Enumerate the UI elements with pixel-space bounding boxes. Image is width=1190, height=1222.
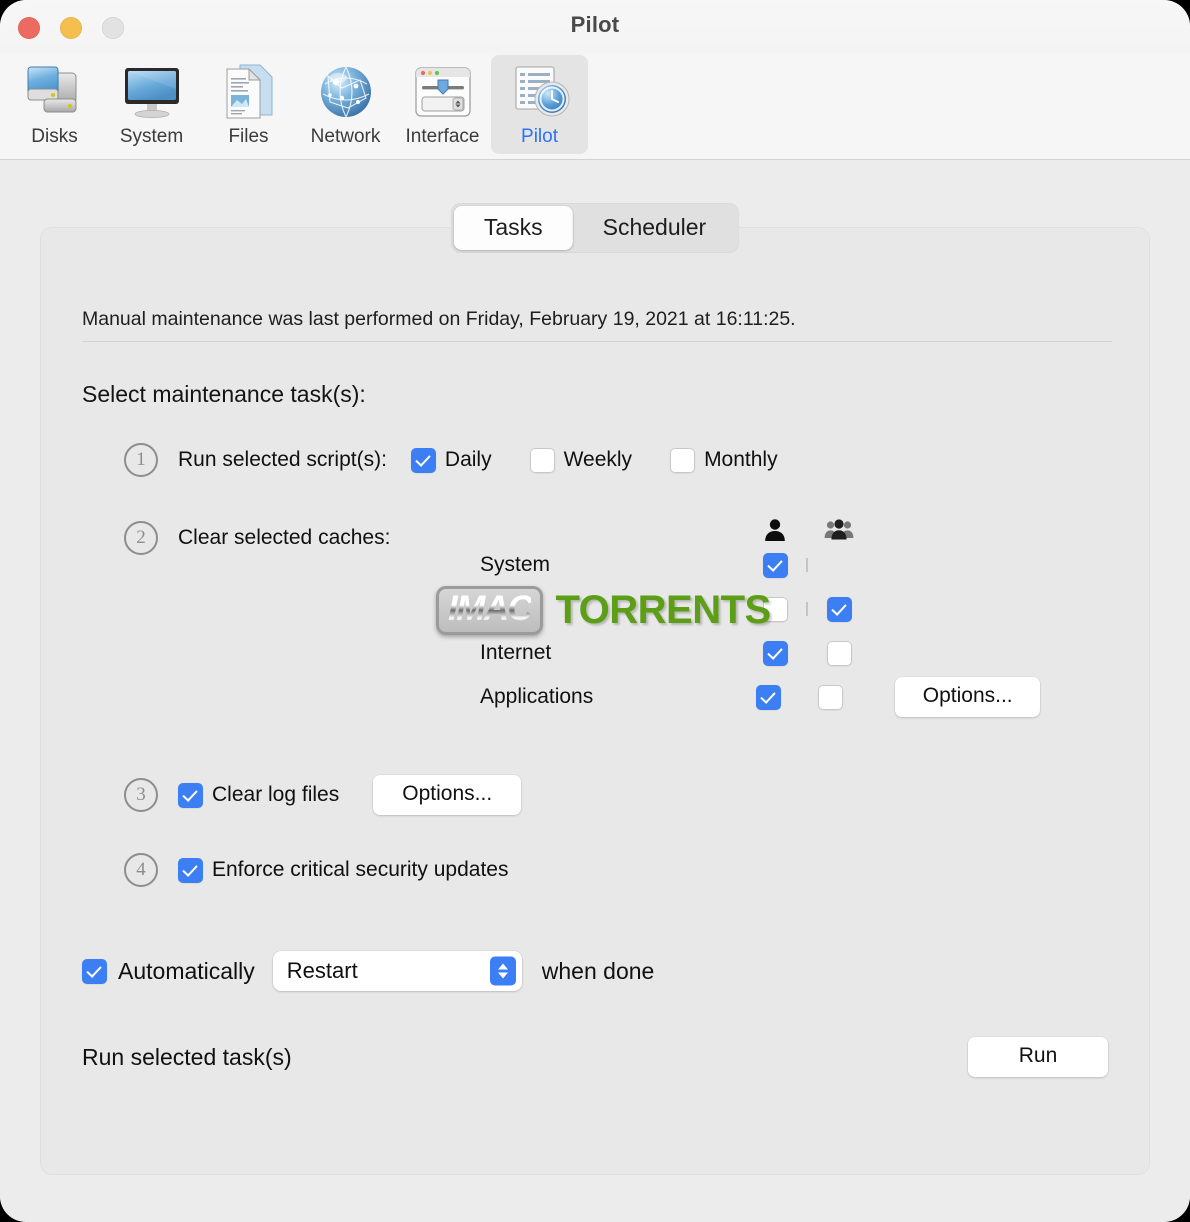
section-title: Select maintenance task(s): [82,381,366,408]
enforce-updates-label: Enforce critical security updates [212,858,508,882]
group-icon [814,517,864,543]
person-icon [750,517,800,543]
last-maintenance-status: Manual maintenance was last performed on… [82,308,796,331]
cache-applications-group-checkbox[interactable] [818,685,843,710]
cache-internet-group-cell[interactable] [814,641,864,666]
run-tasks-label: Run selected task(s) [82,1044,292,1071]
tab-segmented-control: Tasks Scheduler [451,203,739,253]
weekly-option[interactable]: Weekly [530,448,632,473]
run-tasks-row: Run selected task(s) Run [82,1037,1108,1077]
cache-row-internet: Internet [480,631,1040,675]
network-icon [297,59,394,125]
cache-user-group-checkbox[interactable] [827,597,852,622]
automatically-label: Automatically [118,958,255,985]
toolbar-item-disks[interactable]: Disks [6,55,103,148]
interface-icon [394,59,491,125]
when-done-label: when done [542,958,655,985]
clear-log-files-option[interactable]: Clear log files [178,783,339,808]
cache-options-button[interactable]: Options... [895,677,1040,717]
toolbar-label-interface: Interface [394,126,491,148]
cache-user-group-cell[interactable] [814,597,864,622]
automatic-action-row: Automatically Restart when done [82,951,654,991]
pilot-window: Pilot [0,0,1190,1222]
cache-system-user-checkbox[interactable] [763,553,788,578]
run-button[interactable]: Run [968,1037,1108,1077]
toolbar-item-system[interactable]: System [103,55,200,148]
clear-log-files-checkbox[interactable] [178,783,203,808]
task-2-label: Clear selected caches: [178,526,390,550]
cache-applications-group-cell[interactable] [807,685,856,710]
content-area: Manual maintenance was last performed on… [0,160,1190,1221]
daily-option[interactable]: Daily [411,448,492,473]
cache-column-divider [806,558,808,572]
files-icon [200,59,297,125]
toolbar-label-disks: Disks [6,126,103,148]
daily-checkbox[interactable] [411,448,436,473]
toolbar-item-files[interactable]: Files [200,55,297,148]
cache-table: System User Internet [480,509,1040,719]
action-popup-button[interactable]: Restart [273,951,522,991]
cache-row-applications: Applications Options... [480,675,1040,719]
cache-row-user: User [480,587,1040,631]
cache-system-user-cell[interactable] [750,553,800,578]
log-options-button[interactable]: Options... [373,775,521,815]
cache-name-user: User [480,597,750,621]
enforce-updates-option[interactable]: Enforce critical security updates [178,858,508,883]
cache-name-system: System [480,553,750,577]
cache-applications-user-checkbox[interactable] [756,685,781,710]
disks-icon [6,59,103,125]
window-title: Pilot [0,12,1190,38]
automatically-checkbox[interactable] [82,959,107,984]
weekly-checkbox[interactable] [530,448,555,473]
tab-scheduler[interactable]: Scheduler [573,206,737,250]
cache-column-divider [806,602,808,616]
cache-user-user-checkbox[interactable] [763,597,788,622]
tab-tasks[interactable]: Tasks [454,206,573,250]
toolbar-label-system: System [103,126,200,148]
task-row-3: 3 Clear log files Options... [124,775,521,815]
cache-name-applications: Applications [480,685,744,709]
divider [82,341,1112,342]
cache-row-system: System [480,543,1040,587]
step-badge-1: 1 [124,443,158,477]
task-row-1: 1 Run selected script(s): Daily Weekly M… [124,443,778,477]
monthly-option[interactable]: Monthly [670,448,778,473]
system-icon [103,59,200,125]
toolbar-label-network: Network [297,126,394,148]
toolbar-label-pilot: Pilot [491,126,588,148]
pilot-icon [491,59,588,125]
step-badge-3: 3 [124,778,158,812]
monthly-checkbox[interactable] [670,448,695,473]
task-row-4: 4 Enforce critical security updates [124,853,508,887]
action-popup-value: Restart [287,958,358,984]
task-1-label: Run selected script(s): [178,448,387,472]
cache-internet-user-checkbox[interactable] [763,641,788,666]
daily-label: Daily [445,448,492,472]
title-bar: Pilot [0,0,1190,55]
cache-user-user-cell[interactable] [750,597,800,622]
step-badge-4: 4 [124,853,158,887]
weekly-label: Weekly [564,448,632,472]
toolbar-item-interface[interactable]: Interface [394,55,491,148]
cache-system-group-cell[interactable] [814,553,864,578]
monthly-label: Monthly [704,448,778,472]
toolbar: Disks System [0,55,1190,160]
chevron-updown-icon [490,957,516,986]
toolbar-item-pilot[interactable]: Pilot [491,55,588,154]
cache-name-internet: Internet [480,641,750,665]
toolbar-item-network[interactable]: Network [297,55,394,148]
cache-applications-user-cell[interactable] [744,685,793,710]
cache-internet-group-checkbox[interactable] [827,641,852,666]
cache-internet-user-cell[interactable] [750,641,800,666]
tasks-panel: Manual maintenance was last performed on… [40,227,1150,1175]
enforce-updates-checkbox[interactable] [178,858,203,883]
toolbar-label-files: Files [200,126,297,148]
cache-column-headers [480,509,1040,543]
step-badge-2: 2 [124,521,158,555]
task-row-2: 2 Clear selected caches: [124,521,390,555]
clear-log-files-label: Clear log files [212,783,339,807]
